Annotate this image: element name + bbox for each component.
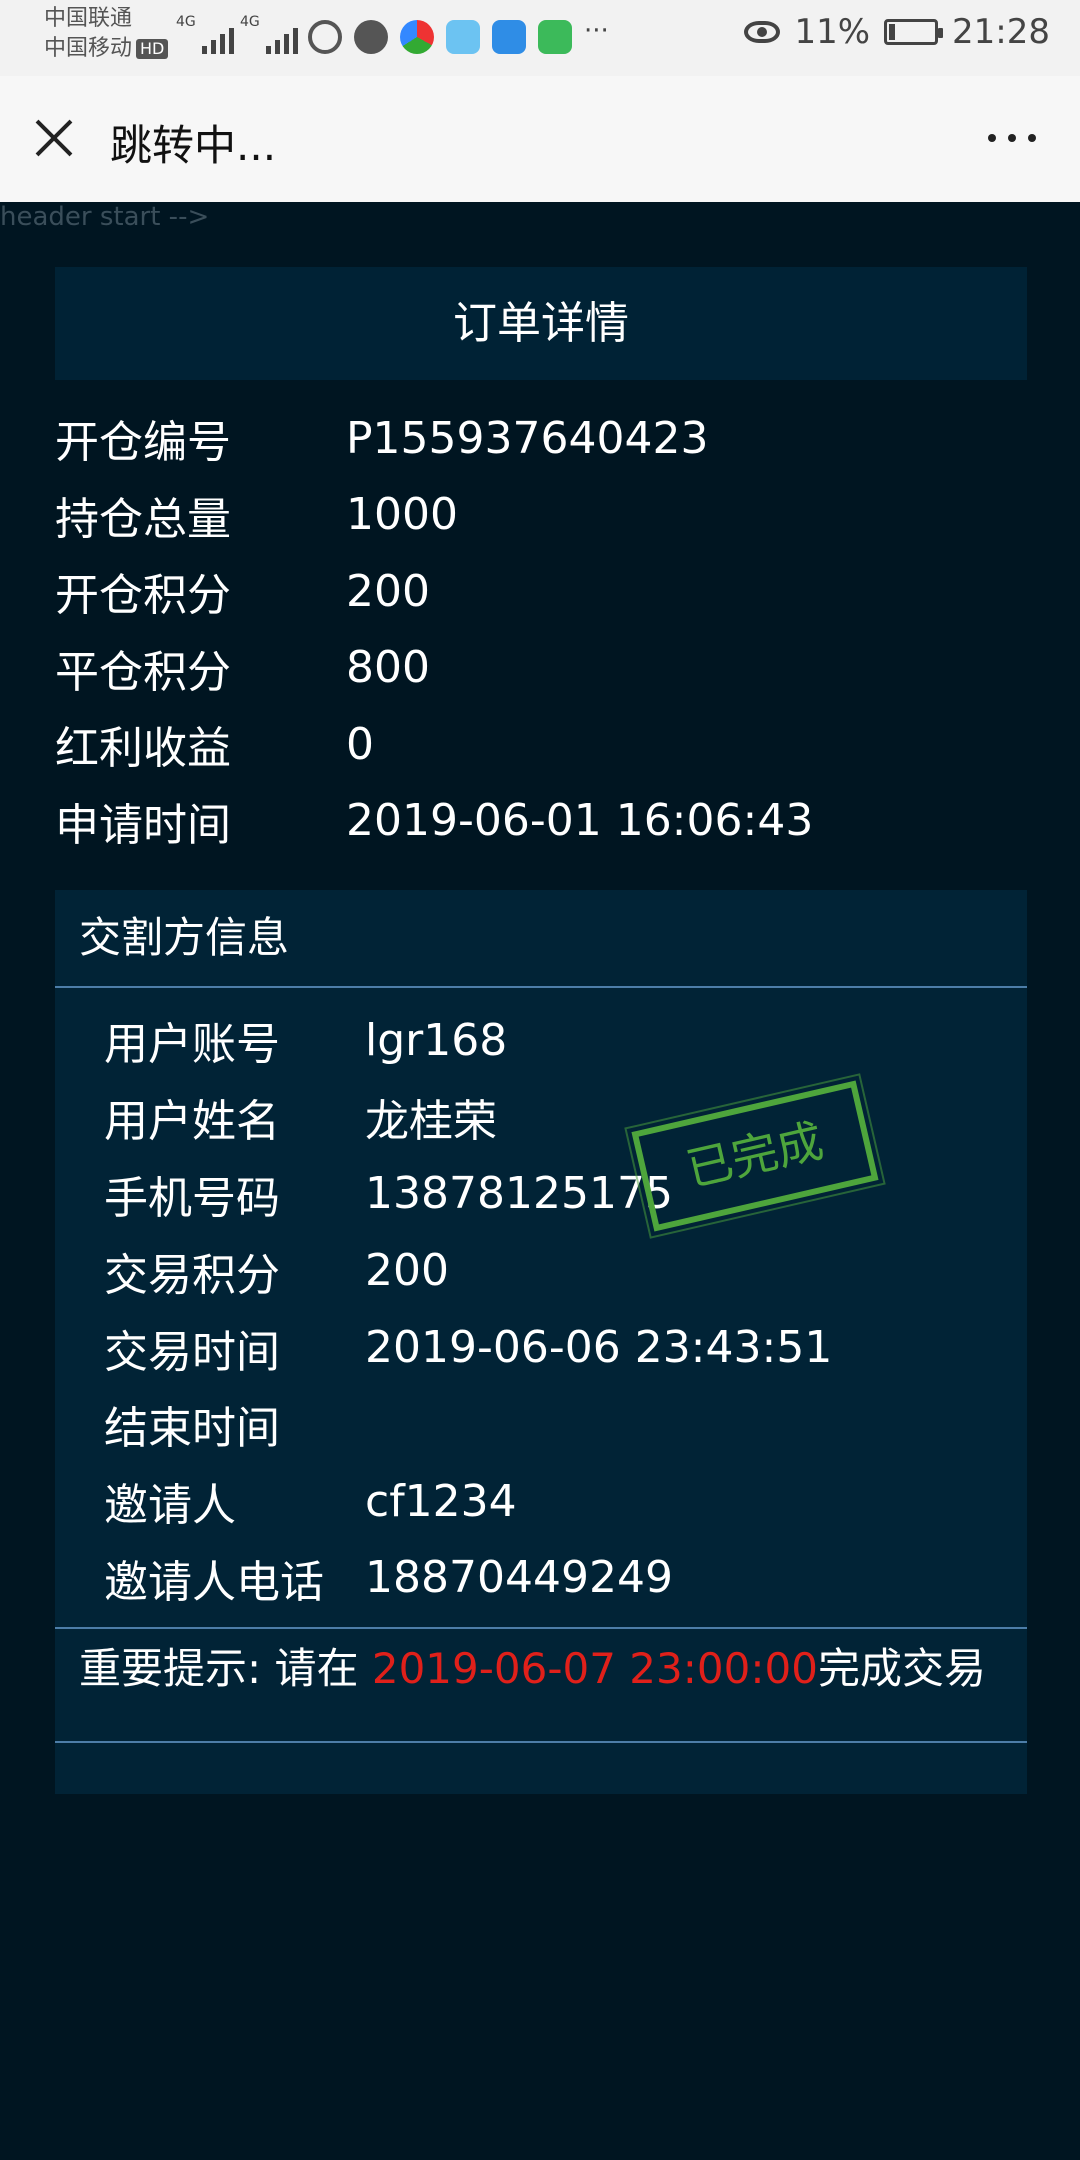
hd-badge: HD xyxy=(136,39,169,59)
net-type-1: 4G xyxy=(176,14,196,30)
row-value: cf1234 xyxy=(365,1475,517,1527)
notice-suffix: 完成交易 xyxy=(817,1644,986,1693)
notice-text: 重要提示: 请在 2019-06-07 23:00:00完成交易 xyxy=(79,1639,986,1699)
row-label: 红利收益 xyxy=(55,723,231,775)
order-row-apply-time: 申请时间 2019-06-01 16:06:43 xyxy=(55,783,1027,860)
carrier-2: 中国移动 xyxy=(44,36,133,61)
row-value: 1000 xyxy=(346,489,458,541)
net-type-2: 4G xyxy=(240,14,260,30)
row-label: 交易时间 xyxy=(104,1326,280,1378)
order-row-dividend: 红利收益 0 xyxy=(55,706,1027,783)
row-label: 手机号码 xyxy=(104,1172,280,1224)
row-value: 200 xyxy=(346,565,430,617)
row-label: 开仓积分 xyxy=(55,570,231,622)
carrier-info: 中国联通 中国移动 HD xyxy=(44,4,169,64)
carrier-1: 中国联通 xyxy=(44,6,133,31)
row-value: 13878125175 xyxy=(365,1168,673,1220)
row-value: 18870449249 xyxy=(365,1552,673,1604)
row-value: 2019-06-06 23:43:51 xyxy=(365,1322,833,1374)
notice-deadline: 2019-06-07 23:00:00 xyxy=(371,1644,818,1693)
status-right: 11% 21:28 xyxy=(744,12,1050,52)
row-label: 结束时间 xyxy=(104,1403,280,1455)
row-label: 邀请人电话 xyxy=(104,1556,324,1608)
row-label: 用户姓名 xyxy=(104,1096,280,1148)
wechat-icon xyxy=(354,20,388,54)
status-bar: 中国联通 中国移动 HD 4G 4G ··· 11% 21:28 xyxy=(0,0,1080,76)
counterparty-info-list: 用户账号 lgr168 用户姓名 龙桂荣 手机号码 13878125175 交易积分 2… xyxy=(55,988,1027,1616)
cp-row-inviter-phone: 邀请人电话 18870449249 xyxy=(104,1540,1027,1617)
row-value: 800 xyxy=(346,642,430,694)
row-label: 邀请人 xyxy=(104,1480,236,1532)
row-value: 龙桂荣 xyxy=(365,1096,497,1148)
battery-percent: 11% xyxy=(794,12,871,52)
wifi-app-icon xyxy=(492,20,526,54)
signal-icon-1: 4G xyxy=(176,14,234,54)
order-detail-title: 订单详情 xyxy=(55,267,1027,380)
order-info-list: 开仓编号 P155937640423 持仓总量 1000 开仓积分 200 平仓积分 8… xyxy=(55,400,1027,859)
cp-row-name: 用户姓名 龙桂荣 xyxy=(104,1079,1027,1156)
signal-icon-2: 4G xyxy=(240,14,298,54)
qq-icon xyxy=(446,20,480,54)
cp-row-account: 用户账号 lgr168 xyxy=(104,1002,1027,1079)
cp-row-end-time: 结束时间 xyxy=(104,1386,1027,1463)
row-label: 申请时间 xyxy=(55,799,231,851)
row-value: P155937640423 xyxy=(346,412,709,464)
row-label: 交易积分 xyxy=(104,1249,280,1301)
clock: 21:28 xyxy=(952,12,1050,52)
counterparty-panel: 交割方信息 用户账号 lgr168 用户姓名 龙桂荣 手机号码 13878125175… xyxy=(55,890,1027,1794)
more-options-icon[interactable] xyxy=(988,134,1036,142)
row-value: 2019-06-01 16:06:43 xyxy=(346,795,814,847)
app-icon xyxy=(538,20,572,54)
hotspot-icon xyxy=(308,20,342,54)
battery-icon xyxy=(884,19,944,45)
row-value: 200 xyxy=(365,1245,449,1297)
browser-icon xyxy=(400,20,434,54)
row-value: 0 xyxy=(346,718,374,770)
cp-row-phone: 手机号码 13878125175 xyxy=(104,1156,1027,1233)
cp-row-trade-time: 交易时间 2019-06-06 23:43:51 xyxy=(104,1309,1027,1386)
order-row-total: 持仓总量 1000 xyxy=(55,477,1027,554)
counterparty-title: 交割方信息 xyxy=(55,890,1027,988)
order-row-open-points: 开仓积分 200 xyxy=(55,553,1027,630)
cp-row-inviter: 邀请人 cf1234 xyxy=(104,1463,1027,1540)
row-label: 持仓总量 xyxy=(55,493,231,545)
order-row-close-points: 平仓积分 800 xyxy=(55,630,1027,707)
row-label: 平仓积分 xyxy=(55,646,231,698)
row-label: 用户账号 xyxy=(104,1019,280,1071)
row-value: lgr168 xyxy=(365,1014,508,1066)
cp-row-trade-points: 交易积分 200 xyxy=(104,1232,1027,1309)
more-notifications-icon: ··· xyxy=(584,16,609,46)
important-notice: 重要提示: 请在 2019-06-07 23:00:00完成交易 xyxy=(55,1627,1027,1743)
notice-prefix: 重要提示: 请在 xyxy=(79,1644,372,1693)
order-row-open-id: 开仓编号 P155937640423 xyxy=(55,400,1027,477)
app-bar: 跳转中... xyxy=(0,76,1080,202)
page-title: 跳转中... xyxy=(110,121,277,170)
row-label: 开仓编号 xyxy=(55,417,231,469)
leaked-comment-text: header start --> xyxy=(0,202,210,232)
eye-comfort-icon xyxy=(744,21,781,43)
close-icon[interactable] xyxy=(34,118,74,158)
